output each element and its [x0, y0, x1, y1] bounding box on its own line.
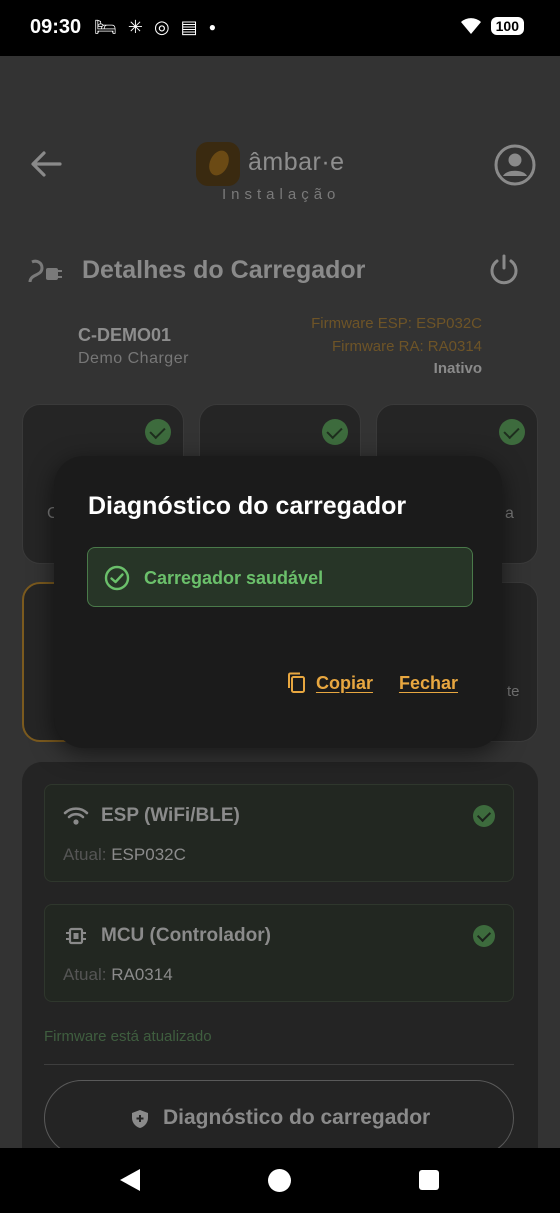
diagnostic-button[interactable]: Diagnóstico do carregador	[44, 1080, 514, 1156]
wifi-icon	[63, 807, 89, 825]
firmware-esp-box: ESP (WiFi/BLE) Atual: ESP032C	[44, 784, 514, 882]
health-status-text: Carregador saudável	[144, 568, 324, 588]
charger-plug-icon	[28, 259, 62, 283]
firmware-esp-label: Firmware ESP: ESP032C	[311, 315, 482, 332]
mcu-current-value: RA0314	[111, 965, 173, 984]
amber-logo-icon	[196, 142, 240, 186]
firmware-panel: ESP (WiFi/BLE) Atual: ESP032C MCU (Contr…	[22, 762, 538, 1182]
sparkle-icon: ✳	[127, 17, 143, 37]
shield-icon	[132, 1110, 148, 1128]
app-logo: âmbar·e Instalação	[196, 142, 376, 204]
esp-name: ESP (WiFi/BLE)	[101, 805, 240, 826]
esp-current-value: ESP032C	[111, 845, 186, 864]
wifi-icon	[460, 18, 481, 34]
copy-button[interactable]: Copiar	[286, 672, 373, 694]
firmware-status: Firmware está atualizado	[44, 1028, 212, 1045]
nav-back-icon[interactable]	[120, 1169, 140, 1191]
system-nav-bar	[0, 1148, 560, 1213]
copy-icon	[287, 672, 305, 693]
dot-icon: ●	[208, 20, 216, 34]
diagnostic-dialog: Diagnóstico do carregador Carregador sau…	[54, 456, 502, 748]
target-icon: ◎	[153, 17, 170, 37]
nav-recents-icon[interactable]	[419, 1170, 439, 1190]
wallet-icon: ▤	[180, 17, 198, 37]
battery-icon: 100	[490, 17, 524, 35]
brand-name: âmbar·e	[248, 148, 345, 176]
firmware-mcu-box: MCU (Controlador) Atual: RA0314	[44, 904, 514, 1002]
brand-subtitle: Instalação	[222, 186, 341, 203]
nav-home-icon[interactable]	[268, 1169, 291, 1192]
status-bar: 09:30 🛏 ✳ ◎ ▤ ● 100	[0, 0, 560, 56]
dialog-title: Diagnóstico do carregador	[88, 492, 407, 520]
page-title: Detalhes do Carregador	[82, 256, 366, 284]
card-5-label: te	[507, 683, 520, 700]
charger-id: C-DEMO01	[78, 325, 172, 345]
copy-button-label: Copiar	[315, 672, 373, 693]
chip-icon	[66, 927, 86, 945]
status-time: 09:30	[30, 16, 82, 38]
divider	[44, 1064, 514, 1065]
esp-current-label: Atual: ESP032C	[63, 845, 186, 864]
check-icon	[473, 925, 495, 947]
check-icon	[322, 419, 348, 445]
bed-icon: 🛏	[94, 17, 117, 37]
health-status-banner: Carregador saudável	[87, 547, 473, 607]
diagnostic-button-label: Diagnóstico do carregador	[163, 1106, 431, 1129]
back-arrow-icon[interactable]	[28, 146, 64, 182]
status-system-icons: 100	[459, 16, 524, 36]
account-icon[interactable]	[494, 144, 536, 186]
check-icon	[145, 419, 171, 445]
close-button[interactable]: Fechar	[399, 673, 458, 694]
firmware-ra-label: Firmware RA: RA0314	[331, 338, 482, 355]
check-icon	[499, 419, 525, 445]
check-icon	[473, 805, 495, 827]
mcu-current-label: Atual: RA0314	[63, 965, 173, 984]
check-circle-icon	[104, 565, 130, 591]
power-icon[interactable]	[486, 252, 522, 288]
dialog-actions: Copiar Fechar	[286, 672, 458, 694]
mcu-name: MCU (Controlador)	[101, 925, 271, 946]
charger-name: Demo Charger	[78, 350, 189, 367]
charger-state: Inativo	[433, 360, 482, 377]
status-notification-icons: 🛏 ✳ ◎ ▤ ●	[94, 17, 216, 37]
card-3-label: a	[505, 505, 514, 522]
